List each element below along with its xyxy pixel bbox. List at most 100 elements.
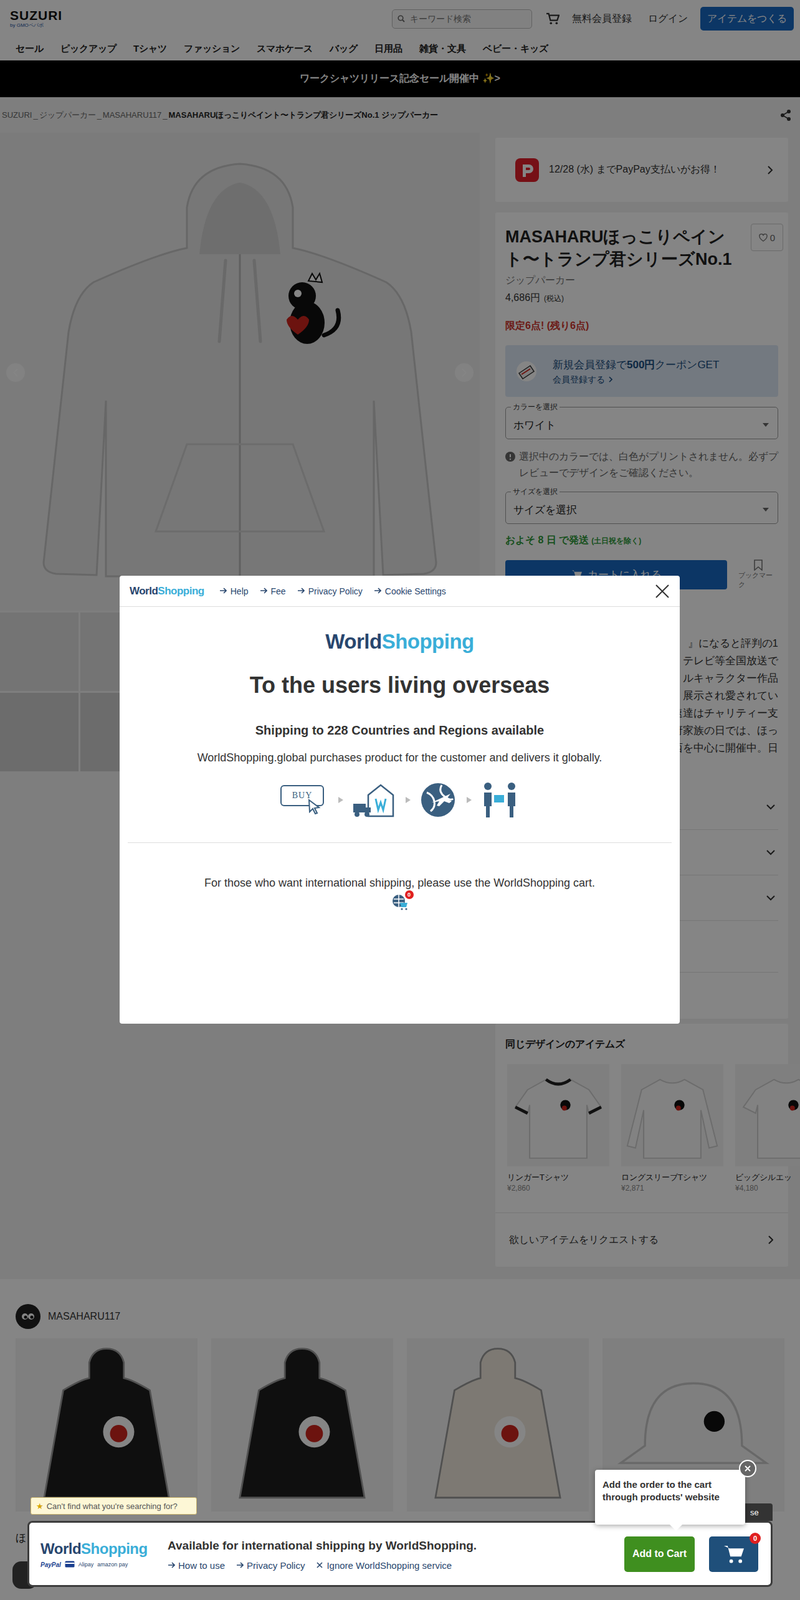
- arrow-icon: [236, 1560, 244, 1571]
- shape: [421, 783, 455, 817]
- modal-link-label[interactable]: Cookie Settings: [385, 586, 447, 597]
- shape: [400, 902, 408, 908]
- search-hint[interactable]: ★Can't find what you're searching for?: [30, 1497, 197, 1515]
- modal-link[interactable]: Fee: [259, 586, 286, 597]
- worldshopping-bar: WorldShopping PayPal Alipayamazon pay Ava…: [27, 1520, 773, 1587]
- modal-link[interactable]: Privacy Policy: [297, 586, 363, 597]
- bar-link-label[interactable]: Ignore WorldShopping service: [326, 1560, 452, 1571]
- arrow-icon: [297, 586, 305, 595]
- shape: [364, 811, 370, 817]
- cart-icon: [722, 1543, 746, 1564]
- modal-link[interactable]: Cookie Settings: [373, 586, 447, 597]
- warehouse-truck-icon: [352, 781, 397, 819]
- bar-link-label[interactable]: Privacy Policy: [246, 1560, 305, 1571]
- logo-part: Shopping: [381, 629, 475, 654]
- arrow-icon: [259, 586, 268, 597]
- payment-method: Alipay: [78, 1561, 95, 1568]
- modal-body: WorldShopping To the users living overse…: [119, 606, 680, 911]
- close-icon: [315, 1560, 324, 1571]
- cursor-icon: [307, 798, 322, 815]
- worldshopping-cart-button[interactable]: 0: [709, 1536, 759, 1572]
- delivery-people-icon: [480, 781, 520, 819]
- shape: [405, 796, 411, 804]
- divider: [127, 842, 672, 843]
- globe-plane-icon: [419, 781, 458, 819]
- shape: [309, 800, 320, 814]
- close-tab-label[interactable]: se: [750, 1507, 759, 1518]
- process-steps: BUY: [280, 781, 520, 819]
- add-to-cart-button[interactable]: Add to Cart: [624, 1536, 695, 1572]
- shape: [728, 1559, 733, 1564]
- shape: [219, 588, 227, 594]
- buy-step-icon: BUY: [280, 782, 330, 818]
- worldshopping-modal: WorldShopping HelpFeePrivacy PolicyCooki…: [119, 575, 680, 1024]
- worldshopping-cart[interactable]: 0: [391, 894, 409, 911]
- buy-label: BUY: [280, 785, 324, 807]
- shape: [365, 807, 371, 813]
- close-icon[interactable]: [744, 1465, 751, 1472]
- shape: [745, 1466, 751, 1472]
- shape: [168, 1562, 175, 1568]
- shape: [64, 1560, 75, 1567]
- shape: [426, 785, 453, 812]
- arrow-icon: [219, 586, 227, 597]
- modal-link[interactable]: Help: [219, 586, 249, 597]
- shape: [236, 1562, 243, 1568]
- worldshopping-logo: WorldShopping: [325, 629, 475, 654]
- modal-link-label[interactable]: Privacy Policy: [308, 586, 363, 597]
- shape: [507, 792, 516, 818]
- cart-instruction: For those who want international shippin…: [204, 875, 596, 891]
- cart-badge: 0: [749, 1532, 761, 1544]
- close-icon[interactable]: [654, 583, 670, 599]
- step-arrow-icon: [338, 796, 344, 804]
- shape: [484, 782, 492, 791]
- logo-part: World: [129, 585, 158, 597]
- modal-subtitle: Shipping to 228 Countries and Regions av…: [255, 722, 544, 739]
- payment-methods: PayPal Alipayamazon pay: [40, 1560, 159, 1569]
- payment-method: amazon pay: [97, 1561, 128, 1568]
- bar-link[interactable]: Privacy Policy: [236, 1560, 305, 1571]
- shape: [353, 803, 366, 813]
- star-icon: ★: [36, 1501, 44, 1511]
- shape: [466, 796, 472, 804]
- modal-header: WorldShopping Help Fee Privacy Policy Cooki…: [119, 575, 680, 607]
- arrow-icon: [236, 1561, 244, 1569]
- arrow-icon: [373, 586, 382, 595]
- modal-link-label[interactable]: Fee: [271, 586, 286, 597]
- shape: [368, 785, 394, 817]
- modal-title: To the users living overseas: [249, 671, 551, 700]
- logo-part: World: [325, 629, 382, 654]
- arrow-icon: [259, 586, 268, 595]
- shape: [354, 811, 360, 817]
- shape: [297, 588, 305, 594]
- shape: [404, 907, 407, 910]
- logo-part: Shopping: [157, 585, 204, 597]
- modal-link-label[interactable]: Help: [230, 586, 249, 597]
- step-arrow-icon: [405, 796, 411, 804]
- payment-method: PayPal: [40, 1561, 62, 1569]
- bar-link[interactable]: Ignore WorldShopping service: [315, 1560, 452, 1571]
- bar-link-label[interactable]: How to use: [178, 1560, 225, 1571]
- shape: [723, 1545, 744, 1557]
- tooltip-close-button[interactable]: [738, 1459, 757, 1478]
- shape: [374, 588, 381, 594]
- logo-part: Shopping: [80, 1540, 148, 1558]
- arrow-icon: [297, 586, 305, 597]
- bar-message-text: Available for international shipping by …: [167, 1537, 477, 1554]
- shape: [400, 907, 403, 910]
- bar-message: Available for international shipping by …: [167, 1537, 477, 1571]
- step-arrow-icon: [466, 796, 472, 804]
- cart-badge: 0: [404, 890, 414, 900]
- shape: [431, 793, 452, 807]
- bar-brand: WorldShopping PayPal Alipayamazon pay: [40, 1539, 159, 1569]
- arrow-icon: [219, 586, 227, 595]
- worldshopping-logo: WorldShopping: [40, 1539, 159, 1559]
- search-hint-text[interactable]: Can't find what you're searching for?: [46, 1501, 178, 1511]
- card-icon: [64, 1560, 75, 1569]
- arrow-icon: [373, 586, 382, 597]
- close-button[interactable]: [654, 583, 670, 599]
- shape: [64, 1562, 75, 1564]
- arrow-icon: [167, 1561, 176, 1569]
- bar-link[interactable]: How to use: [167, 1560, 225, 1571]
- logo-part: World: [40, 1540, 81, 1558]
